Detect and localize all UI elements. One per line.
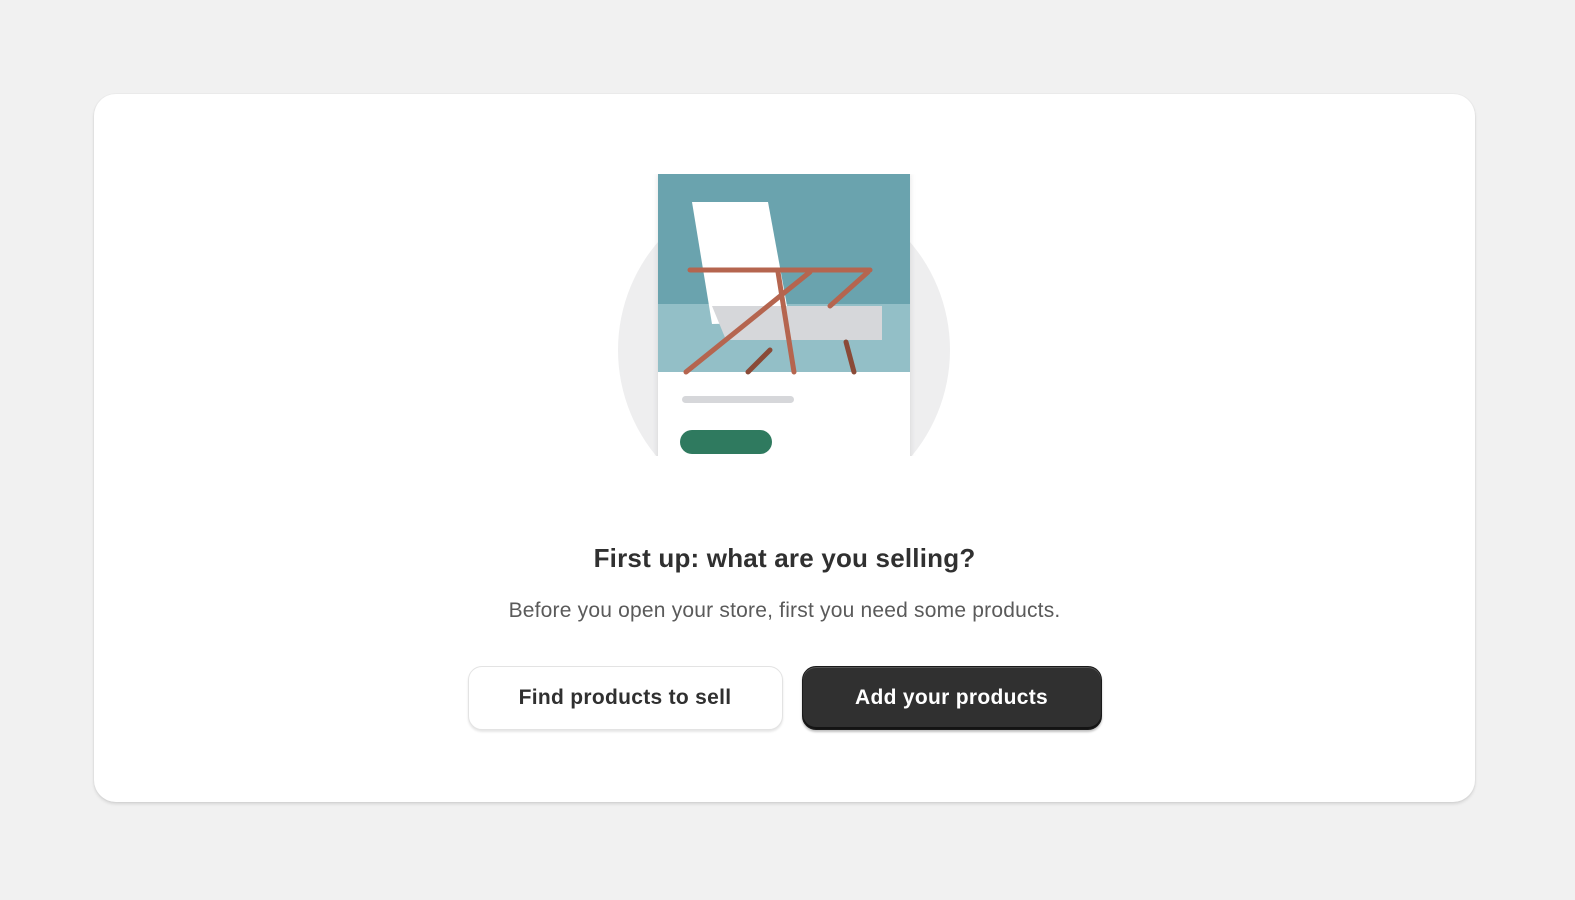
illustration-cta-pill [680, 430, 772, 454]
empty-state-title: First up: what are you selling? [593, 543, 976, 573]
empty-state-actions: Find products to sell Add your products [94, 666, 1475, 730]
find-products-button[interactable]: Find products to sell [467, 666, 783, 730]
empty-state-card: First up: what are you selling? Before y… [94, 94, 1475, 802]
illustration-chair-seat [712, 306, 882, 340]
empty-state-subtitle: Before you open your store, first you ne… [508, 599, 1061, 622]
add-products-button[interactable]: Add your products [801, 666, 1102, 730]
product-chair-illustration [618, 174, 950, 464]
illustration-text-line [682, 396, 794, 403]
illustration-sky [658, 174, 910, 306]
